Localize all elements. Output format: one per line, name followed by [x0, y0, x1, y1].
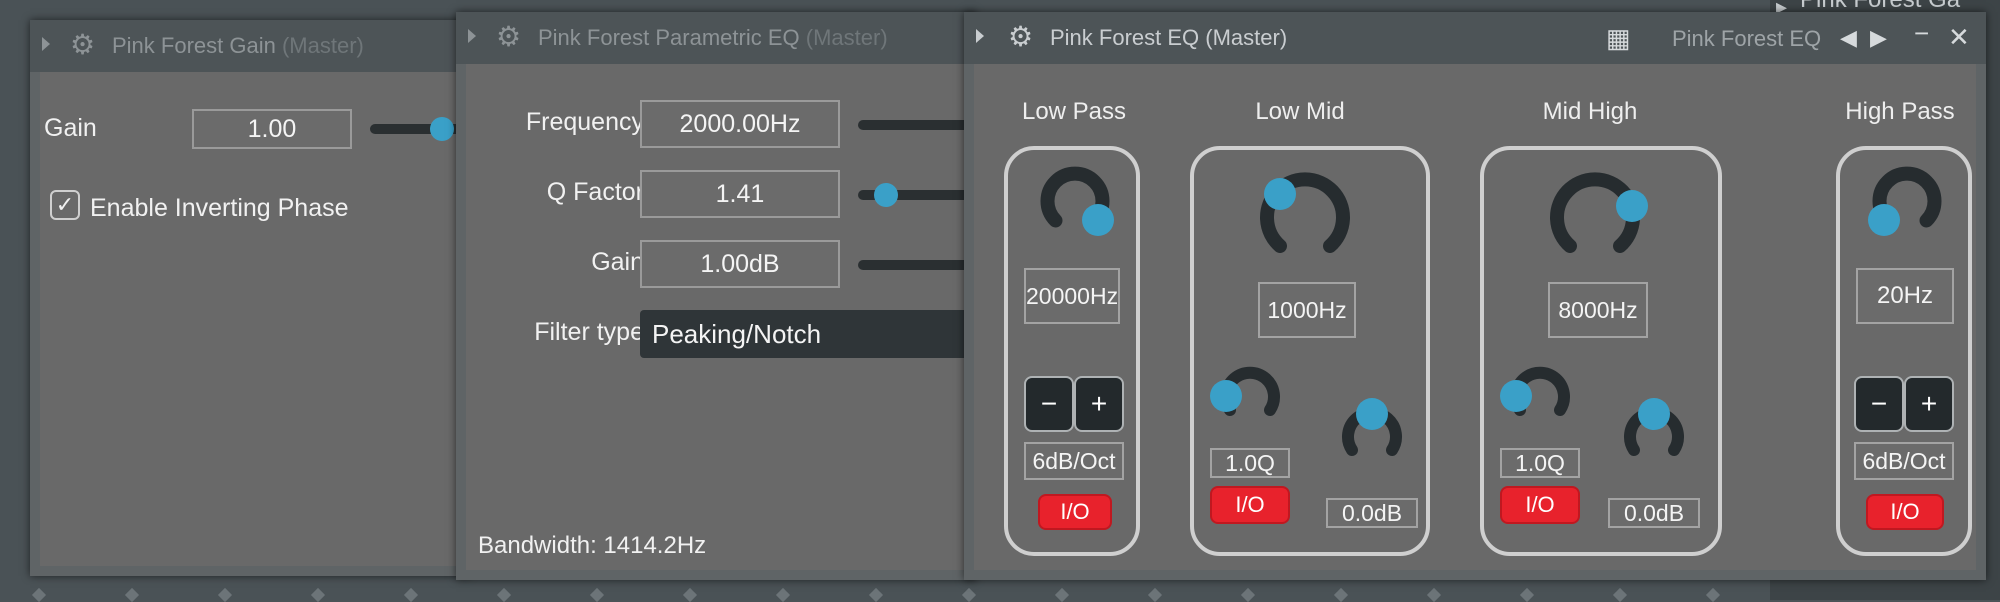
knob-indicator [1210, 380, 1242, 412]
low-pass-io-button[interactable]: I/O [1038, 494, 1112, 530]
mid-high-gain-field[interactable]: 0.0dB [1608, 498, 1700, 528]
q-factor-field[interactable]: 1.41 [640, 170, 840, 218]
inverting-phase-checkbox[interactable]: ✓ [50, 190, 80, 220]
low-mid-title: Low Mid [1255, 98, 1345, 125]
high-pass-io-button[interactable]: I/O [1866, 494, 1944, 530]
low-pass-frequency-knob[interactable] [1030, 156, 1120, 246]
low-pass-slope-field[interactable]: 6dB/Oct [1024, 442, 1124, 480]
gain-slider-handle[interactable] [430, 117, 454, 141]
gain-field[interactable]: 1.00 [192, 109, 352, 149]
q-factor-slider-handle[interactable] [874, 183, 898, 207]
frequency-field[interactable]: 2000.00Hz [640, 100, 840, 148]
knob-indicator [1264, 178, 1296, 210]
parametric-eq-body: Frequency 2000.00Hz Q Factor 1.41 Gain 1… [466, 64, 980, 570]
high-pass-title: High Pass [1845, 98, 1955, 125]
gain-titlebar[interactable]: ⚙ Pink Forest Gain (Master) [30, 20, 470, 72]
knob-indicator [1082, 204, 1114, 236]
title-text: Pink Forest Parametric EQ [538, 25, 800, 50]
preset-name[interactable]: Pink Forest EQ [1672, 26, 1821, 52]
grid-menu-icon[interactable]: ▦ [1606, 25, 1631, 51]
gain-label: Gain [591, 248, 644, 276]
title-suffix: (Master) [281, 33, 364, 58]
parametric-eq-title: Pink Forest Parametric EQ (Master) [538, 25, 888, 51]
collapse-arrow-icon[interactable] [468, 29, 476, 43]
high-pass-slope-field[interactable]: 6dB/Oct [1854, 442, 1954, 480]
high-pass-frequency-field[interactable]: 20Hz [1856, 268, 1954, 324]
title-suffix: (Master) [805, 25, 888, 50]
low-pass-minus-button[interactable]: − [1024, 376, 1074, 432]
low-mid-q-knob[interactable] [1210, 354, 1290, 434]
knob-indicator [1868, 204, 1900, 236]
low-mid-q-field[interactable]: 1.0Q [1210, 448, 1290, 478]
knob-indicator [1500, 380, 1532, 412]
collapse-arrow-icon[interactable] [42, 37, 50, 51]
low-mid-gain-knob[interactable] [1332, 394, 1412, 474]
playlist-markers [0, 586, 1770, 602]
high-pass-minus-button[interactable]: − [1854, 376, 1904, 432]
frequency-label: Frequency [525, 108, 644, 136]
mid-high-q-field[interactable]: 1.0Q [1500, 448, 1580, 478]
gain-field[interactable]: 1.00dB [640, 240, 840, 288]
mid-high-frequency-field[interactable]: 8000Hz [1548, 282, 1648, 338]
mid-high-io-button[interactable]: I/O [1500, 486, 1580, 524]
low-pass-title: Low Pass [1021, 98, 1127, 125]
parametric-eq-window: ⚙ Pink Forest Parametric EQ (Master) Fre… [456, 12, 980, 580]
mid-high-q-knob[interactable] [1500, 354, 1580, 434]
parametric-eq-titlebar[interactable]: ⚙ Pink Forest Parametric EQ (Master) [456, 12, 976, 64]
eq-body: Low Pass 20000Hz − + 6dB/Oct I/O Low Mid… [974, 64, 1976, 570]
high-pass-frequency-knob[interactable] [1862, 156, 1952, 246]
low-mid-frequency-field[interactable]: 1000Hz [1258, 282, 1356, 338]
close-icon[interactable]: ✕ [1948, 24, 1970, 50]
eq-plugin-window: ⚙ Pink Forest EQ (Master) ▦ Pink Forest … [964, 12, 1986, 580]
title-text: Pink Forest Gain [112, 33, 276, 58]
eq-window-title: Pink Forest EQ (Master) [1050, 25, 1288, 50]
frequency-slider[interactable] [858, 120, 978, 130]
low-mid-frequency-knob[interactable] [1250, 164, 1360, 274]
knob-indicator [1356, 398, 1388, 430]
mid-high-frequency-knob[interactable] [1540, 164, 1650, 274]
gain-window-title: Pink Forest Gain (Master) [112, 33, 364, 59]
previous-preset-icon[interactable]: ◀ [1840, 25, 1857, 51]
filter-type-select[interactable]: Peaking/Notch [640, 310, 980, 358]
gain-slider[interactable] [858, 260, 978, 270]
high-pass-plus-button[interactable]: + [1904, 376, 1954, 432]
mid-high-gain-knob[interactable] [1614, 394, 1694, 474]
gear-icon[interactable]: ⚙ [496, 23, 521, 51]
knob-indicator [1616, 190, 1648, 222]
gain-plugin-window: ⚙ Pink Forest Gain (Master) Gain 1.00 ✓ … [30, 20, 490, 576]
gain-label: Gain [44, 114, 97, 142]
minimize-icon[interactable]: − [1914, 20, 1929, 46]
gear-icon[interactable]: ⚙ [70, 31, 95, 59]
bandwidth-readout: Bandwidth: 1414.2Hz [478, 532, 707, 559]
low-mid-gain-field[interactable]: 0.0dB [1326, 498, 1418, 528]
next-preset-icon[interactable]: ▶ [1870, 25, 1887, 51]
mid-high-title: Mid High [1542, 98, 1638, 125]
low-pass-frequency-field[interactable]: 20000Hz [1024, 268, 1120, 324]
low-pass-plus-button[interactable]: + [1074, 376, 1124, 432]
q-factor-label: Q Factor [546, 178, 644, 206]
eq-titlebar[interactable]: ⚙ Pink Forest EQ (Master) ▦ Pink Forest … [964, 12, 1986, 64]
filter-type-label: Filter type [534, 318, 644, 346]
gain-body: Gain 1.00 ✓ Enable Inverting Phase [40, 72, 490, 566]
knob-indicator [1638, 398, 1670, 430]
low-mid-io-button[interactable]: I/O [1210, 486, 1290, 524]
inverting-phase-label: Enable Inverting Phase [90, 194, 349, 222]
gear-icon[interactable]: ⚙ [1008, 23, 1033, 51]
collapse-arrow-icon[interactable] [976, 29, 984, 43]
